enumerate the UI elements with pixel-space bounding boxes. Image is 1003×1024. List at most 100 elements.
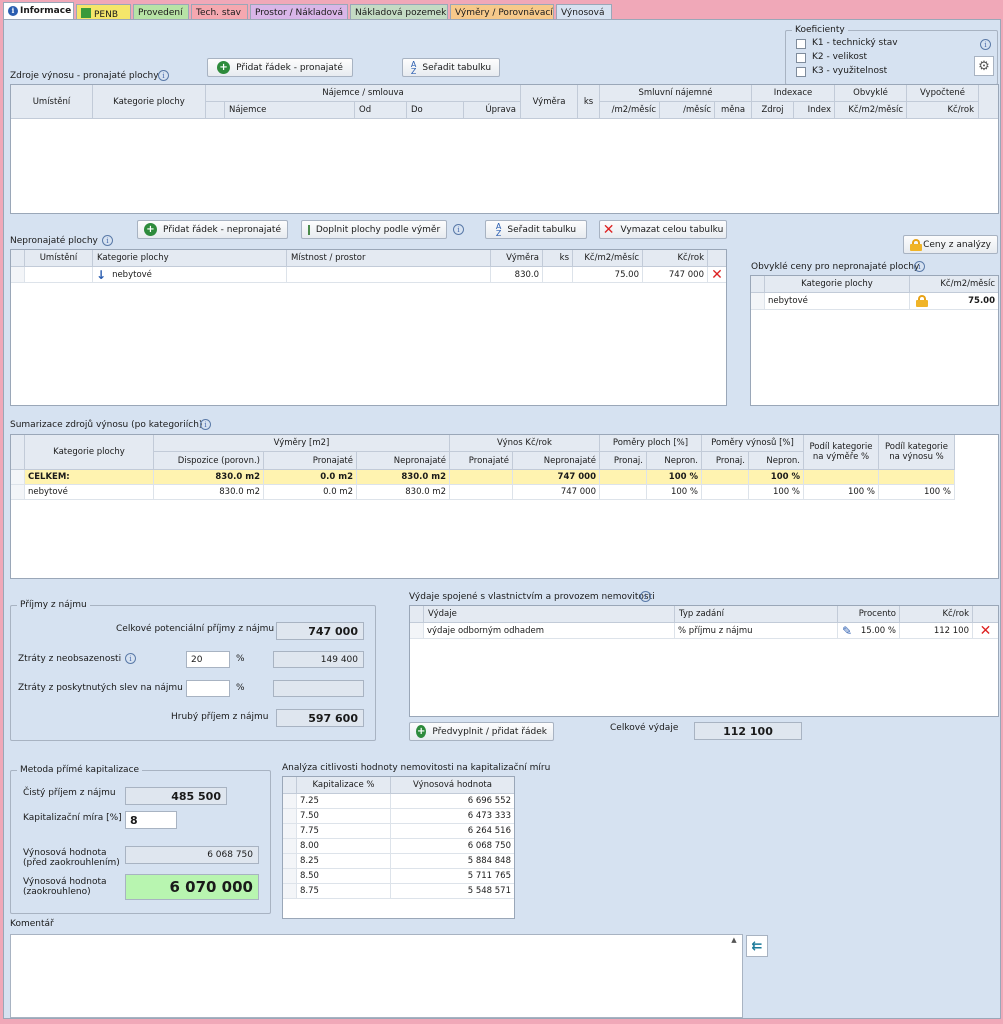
row-header-col	[283, 777, 297, 794]
income-title: Příjmy z nájmu	[17, 600, 90, 610]
prefill-add-row-button[interactable]: + Předvyplnit / přidat řádek	[409, 722, 554, 741]
row-selector	[283, 839, 297, 854]
cell-vymera[interactable]: 830.0	[491, 267, 543, 283]
fill-areas-button[interactable]: Doplnit plochy podle výměr	[301, 220, 447, 239]
sensitivity-title: Analýza citlivosti hodnoty nemovitosti n…	[282, 763, 551, 773]
cell-vynos-pronajate	[450, 485, 513, 500]
cell-kapitalizace: 8.75	[297, 884, 391, 899]
add-nonrented-row-button[interactable]: + Přidat řádek - nepronajaté	[137, 220, 288, 239]
k1-checkbox[interactable]	[796, 39, 806, 49]
col-podil-vymera: Podíl kategorie na výměře %	[804, 435, 879, 470]
gear-icon[interactable]: ⚙	[974, 56, 994, 76]
row-selector	[11, 485, 25, 500]
summary-table: Kategorie plochy Výměry [m2] Dispozice (…	[10, 434, 999, 579]
col-mesic: /měsíc	[660, 102, 715, 119]
cap-rate-label: Kapitalizační míra [%]	[23, 813, 122, 823]
cell-nepron2: 100 %	[749, 485, 804, 500]
info-icon[interactable]: i	[980, 39, 991, 50]
cell-ks[interactable]	[543, 267, 573, 283]
comment-textarea[interactable]	[10, 934, 743, 1018]
cell-kapitalizace: 8.50	[297, 869, 391, 884]
gross-income-value: 597 600	[276, 709, 364, 727]
nonrented-table: Umístění Kategorie plochy Místnost / pro…	[10, 249, 727, 406]
table-row: nebytové 830.0 m2 0.0 m2 830.0 m2 747 00…	[11, 485, 955, 500]
koeficienty-title: Koeficienty	[792, 25, 848, 35]
cell-nepron: 100 %	[647, 485, 702, 500]
add-rented-row-button[interactable]: + Přidat řádek - pronajaté	[207, 58, 353, 77]
cell-vydaje[interactable]: výdaje odborným odhadem	[424, 623, 675, 639]
sensitivity-table: Kapitalizace % Výnosová hodnota 7.25 6 69…	[282, 776, 515, 919]
col-actions	[708, 250, 726, 267]
info-icon[interactable]: i	[200, 419, 211, 430]
cell-vynosova-hodnota: 5 884 848	[391, 854, 514, 869]
cell-umisteni[interactable]	[25, 267, 93, 283]
cell-mistnost[interactable]	[287, 267, 491, 283]
info-icon[interactable]: i	[640, 591, 651, 602]
col-kategorie: Kategorie plochy	[25, 435, 154, 470]
cap-rate-input[interactable]: 8	[125, 811, 177, 829]
k2-checkbox[interactable]	[796, 53, 806, 63]
sort-nonrented-button[interactable]: A Z Seřadit tabulku	[485, 220, 587, 239]
cell-nepronajate: 830.0 m2	[357, 485, 450, 500]
sort-rented-button[interactable]: A Z Seřadit tabulku	[402, 58, 500, 77]
clear-table-button[interactable]: ✕ Vymazat celou tabulku	[599, 220, 727, 239]
cell-pronajate: 0.0 m2	[264, 470, 357, 485]
col-actions	[979, 85, 998, 119]
lock-icon	[910, 239, 922, 251]
scroll-up-arrow-icon[interactable]: ▲	[728, 936, 740, 948]
col-kc-m2-mesic: Kč/m2/měsíc	[910, 276, 998, 293]
cell-vynos-nepronajate: 747 000	[513, 470, 600, 485]
cell-kapitalizace: 7.50	[297, 809, 391, 824]
insert-text-icon[interactable]: ⇇	[746, 935, 768, 957]
col-uprava: Úprava	[464, 102, 521, 119]
info-icon[interactable]: i	[158, 70, 169, 81]
col-obvykle: Obvyklé	[835, 85, 907, 102]
cell-vynosova-hodnota: 6 696 552	[391, 794, 514, 809]
delete-x-icon: ✕	[602, 221, 615, 238]
info-icon[interactable]: i	[914, 261, 925, 272]
info-icon[interactable]: i	[102, 235, 113, 246]
col-mistnost: Místnost / prostor	[287, 250, 491, 267]
cell-kapitalizace: 7.75	[297, 824, 391, 839]
rented-table: Umístění Kategorie plochy Nájemce / smlo…	[10, 84, 999, 214]
info-icon[interactable]: i	[125, 653, 136, 664]
sort-az-icon: AZ	[410, 59, 417, 76]
cell-pronaj2	[702, 485, 749, 500]
sort-az-icon: AZ	[495, 221, 502, 238]
col-indexace: Indexace	[752, 85, 835, 102]
cell-typ-zadani[interactable]: % příjmu z nájmu	[675, 623, 838, 639]
discount-percent-input[interactable]	[186, 680, 230, 697]
cell-kc-m2[interactable]: 75.00	[573, 267, 643, 283]
lock-icon	[916, 295, 928, 307]
percent-unit-label: %	[236, 654, 245, 664]
info-circle-icon: i	[8, 6, 18, 16]
delete-row-icon[interactable]: ✕	[708, 267, 726, 283]
vacancy-loss-value: 149 400	[273, 651, 364, 668]
cell-kc-m2[interactable]: 75.00	[910, 293, 998, 310]
empty-area	[955, 435, 998, 470]
value-rounded: 6 070 000	[125, 874, 259, 900]
cell-kapitalizace: 8.00	[297, 839, 391, 854]
prices-from-analysis-button[interactable]: Ceny z analýzy	[903, 235, 998, 254]
cell-vynos-pronajate	[450, 470, 513, 485]
cell-procento[interactable]: ✎ 15.00 %	[838, 623, 900, 639]
delete-row-icon[interactable]: ✕	[973, 623, 998, 639]
k3-checkbox[interactable]	[796, 67, 806, 77]
row-selector	[11, 470, 25, 485]
col-pronaj: Pronaj.	[600, 452, 647, 470]
col-vymera: Výměra	[521, 85, 578, 119]
cell-podil-vymera: 100 %	[804, 485, 879, 500]
info-icon[interactable]: i	[453, 224, 464, 235]
col-kategorie: Kategorie plochy	[93, 85, 206, 119]
row-selector	[410, 623, 424, 639]
col-do: Do	[407, 102, 464, 119]
vacancy-percent-input[interactable]: 20	[186, 651, 230, 668]
plus-icon: +	[144, 223, 157, 236]
cell-kategorie[interactable]: ↓ nebytové	[93, 267, 287, 283]
potential-income-label: Celkové potenciální příjmy z nájmu	[116, 624, 275, 634]
value-before-rounding-label: Výnosová hodnota (před zaokrouhlením)	[23, 848, 120, 868]
col-vymera: Výměra	[491, 250, 543, 267]
arrow-down-icon: ↓	[96, 267, 107, 282]
col-nepron: Nepron.	[647, 452, 702, 470]
col-pronaj2: Pronaj.	[702, 452, 749, 470]
